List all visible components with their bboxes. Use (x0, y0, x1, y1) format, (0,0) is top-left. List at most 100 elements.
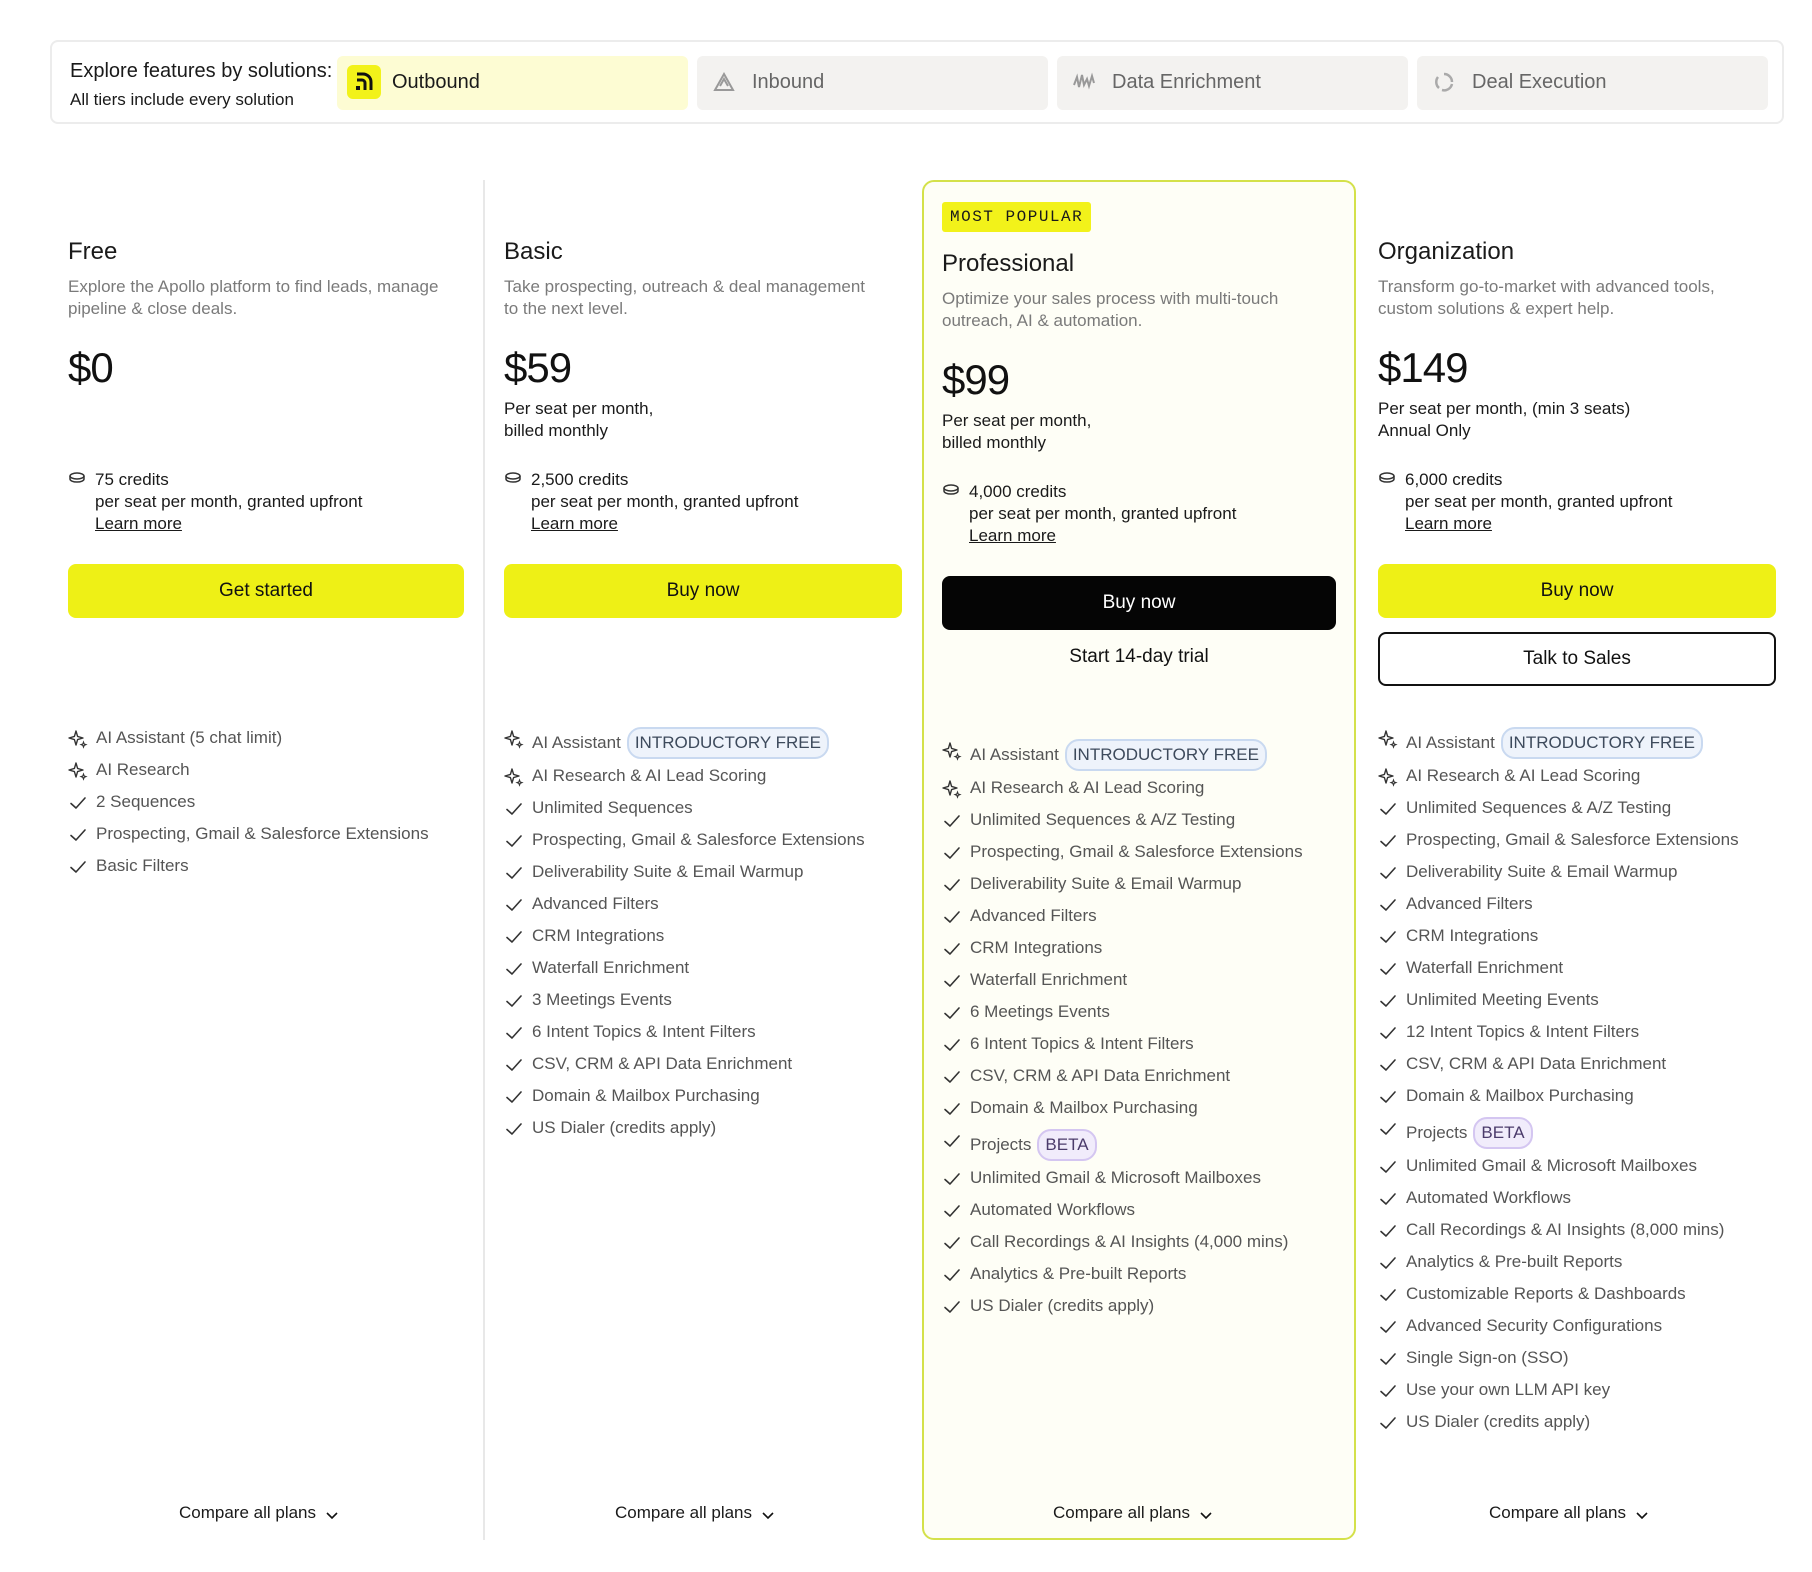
buy-now-button[interactable]: Buy now (504, 564, 902, 618)
plan-price: $59 (504, 344, 572, 391)
feature-label: AI Research & AI Lead Scoring (532, 766, 767, 785)
sparkle-icon (68, 762, 88, 781)
feature-item: Prospecting, Gmail & Salesforce Extensio… (942, 841, 1303, 873)
check-icon (70, 829, 86, 841)
buy-now-button[interactable]: Buy now (942, 576, 1336, 630)
feature-item: CSV, CRM & API Data Enrichment (942, 1065, 1303, 1097)
check-icon (1380, 899, 1396, 911)
feature-item: Unlimited Sequences (504, 797, 865, 829)
feature-label: Waterfall Enrichment (1406, 958, 1564, 977)
feature-label: CRM Integrations (970, 938, 1103, 957)
feature-label: Call Recordings & AI Insights (4,000 min… (970, 1232, 1289, 1251)
check-icon (944, 815, 960, 827)
feature-label: Domain & Mailbox Purchasing (970, 1098, 1198, 1117)
start-trial-link[interactable]: Start 14-day trial (942, 646, 1336, 668)
check-icon (944, 943, 960, 955)
feature-item: CRM Integrations (1378, 925, 1739, 957)
compare-plans-link[interactable]: Compare all plans (179, 1503, 338, 1523)
feature-item: Prospecting, Gmail & Salesforce Extensio… (1378, 829, 1739, 861)
feature-item: Automated Workflows (1378, 1187, 1739, 1219)
solutions-subtitle: All tiers include every solution (70, 90, 294, 109)
feature-item: 6 Intent Topics & Intent Filters (942, 1033, 1303, 1065)
feature-item: Domain & Mailbox Purchasing (942, 1097, 1303, 1129)
check-icon (944, 1301, 960, 1313)
compare-plans-link[interactable]: Compare all plans (1489, 1503, 1648, 1523)
feature-label: Customizable Reports & Dashboards (1406, 1284, 1686, 1303)
plan-description: Explore the Apollo platform to find lead… (68, 277, 439, 318)
feature-label: US Dialer (credits apply) (970, 1296, 1155, 1315)
check-icon (1380, 1289, 1396, 1301)
credits-terms: per seat per month, granted upfront (1405, 492, 1673, 511)
compare-plans-link[interactable]: Compare all plans (1053, 1503, 1212, 1523)
check-icon (944, 975, 960, 987)
learn-more-link[interactable]: Learn more (95, 513, 182, 535)
credits-info: 2,500 credits per seat per month, grante… (504, 469, 904, 535)
deal-execution-icon (1427, 65, 1461, 99)
feature-label: CSV, CRM & API Data Enrichment (1406, 1054, 1667, 1073)
tab-data-enrichment-label: Data Enrichment (1112, 71, 1261, 93)
plan-description: Take prospecting, outreach & deal manage… (504, 277, 866, 318)
feature-label: Prospecting, Gmail & Salesforce Extensio… (1406, 830, 1739, 849)
check-icon (944, 1039, 960, 1051)
feature-label: AI Assistant (532, 733, 621, 752)
feature-list: AI Assistant INTRODUCTORY FREE AI Research… (1378, 727, 1739, 1443)
check-icon (944, 847, 960, 859)
feature-label: AI Research & AI Lead Scoring (1406, 766, 1641, 785)
tab-data-enrichment[interactable]: Data Enrichment (1057, 56, 1408, 110)
learn-more-link[interactable]: Learn more (969, 525, 1056, 547)
feature-item: Unlimited Gmail & Microsoft Mailboxes (942, 1167, 1303, 1199)
buy-now-button[interactable]: Buy now (1378, 564, 1776, 618)
feature-label: AI Research & AI Lead Scoring (970, 778, 1205, 797)
feature-label: Domain & Mailbox Purchasing (532, 1086, 760, 1105)
check-icon (70, 861, 86, 873)
feature-label: Unlimited Meeting Events (1406, 990, 1599, 1009)
feature-item: AI Research (68, 759, 429, 791)
feature-item: Customizable Reports & Dashboards (1378, 1283, 1739, 1315)
feature-item: Advanced Filters (942, 905, 1303, 937)
talk-to-sales-button[interactable]: Talk to Sales (1378, 632, 1776, 686)
data-enrichment-icon (1067, 65, 1101, 99)
feature-label: US Dialer (credits apply) (1406, 1412, 1591, 1431)
feature-item: CSV, CRM & API Data Enrichment (504, 1053, 865, 1085)
coins-icon (943, 484, 959, 495)
feature-label: 12 Intent Topics & Intent Filters (1406, 1022, 1640, 1041)
feature-item: Analytics & Pre-built Reports (942, 1263, 1303, 1295)
check-icon (1380, 1353, 1396, 1365)
check-icon (70, 797, 86, 809)
tab-outbound[interactable]: Outbound (337, 56, 688, 110)
feature-item: US Dialer (credits apply) (1378, 1411, 1739, 1443)
feature-item: 12 Intent Topics & Intent Filters (1378, 1021, 1739, 1053)
plan-description: Optimize your sales process with multi-t… (942, 289, 1279, 330)
credits-amount: 2,500 credits (531, 470, 629, 489)
check-icon (506, 1091, 522, 1103)
feature-item: Advanced Security Configurations (1378, 1315, 1739, 1347)
sparkle-icon (942, 780, 962, 799)
feature-label: Automated Workflows (1406, 1188, 1572, 1207)
feature-list: AI Assistant (5 chat limit) AI Research 2 … (68, 727, 429, 887)
feature-list: AI Assistant INTRODUCTORY FREE AI Research… (504, 727, 865, 1149)
chevron-down-icon (326, 1512, 338, 1520)
credits-amount: 6,000 credits (1405, 470, 1503, 489)
feature-label: CSV, CRM & API Data Enrichment (970, 1066, 1231, 1085)
chevron-down-icon (1636, 1512, 1648, 1520)
learn-more-link[interactable]: Learn more (531, 513, 618, 535)
plan-card-free: Free Explore the Apollo platform to find… (50, 180, 482, 1540)
check-icon (506, 803, 522, 815)
feature-item: AI Research & AI Lead Scoring (942, 777, 1303, 809)
feature-item: 6 Intent Topics & Intent Filters (504, 1021, 865, 1053)
feature-label: 6 Intent Topics & Intent Filters (970, 1034, 1194, 1053)
feature-label: 2 Sequences (96, 792, 196, 811)
feature-item: 6 Meetings Events (942, 1001, 1303, 1033)
tab-deal-execution[interactable]: Deal Execution (1417, 56, 1768, 110)
check-icon (944, 1269, 960, 1281)
feature-label: Advanced Security Configurations (1406, 1316, 1663, 1335)
feature-label: Prospecting, Gmail & Salesforce Extensio… (96, 824, 429, 843)
learn-more-link[interactable]: Learn more (1405, 513, 1492, 535)
get-started-button[interactable]: Get started (68, 564, 464, 618)
check-icon (506, 1059, 522, 1071)
compare-plans-link[interactable]: Compare all plans (615, 1503, 774, 1523)
feature-label: Unlimited Sequences & A/Z Testing (1406, 798, 1672, 817)
check-icon (1380, 835, 1396, 847)
tab-inbound[interactable]: Inbound (697, 56, 1048, 110)
credits-terms: per seat per month, granted upfront (95, 492, 363, 511)
